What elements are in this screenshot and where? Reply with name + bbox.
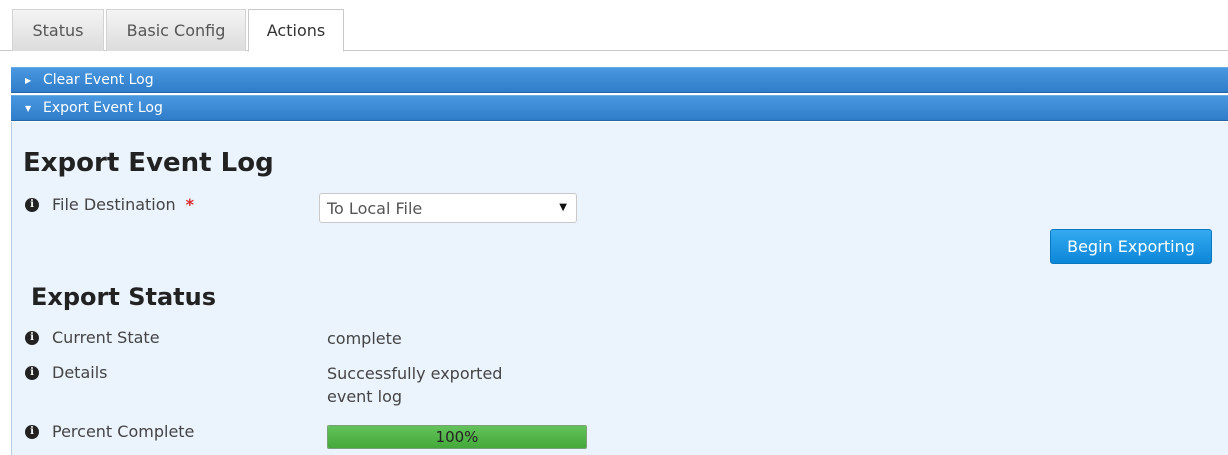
caret-down-icon: ▼	[559, 202, 567, 213]
info-circle-icon[interactable]: i	[25, 330, 39, 345]
tab-actions[interactable]: Actions	[248, 9, 344, 52]
file-destination-value: To Local File	[327, 198, 423, 218]
accordion-clear-event-log[interactable]: ▶ Clear Event Log	[11, 67, 1228, 93]
accordion-clear-event-log-label: Clear Event Log	[43, 72, 154, 88]
percent-complete-row: i Percent Complete	[25, 422, 194, 441]
details-value-line1: Successfully exported	[327, 364, 503, 383]
triangle-down-icon: ▼	[25, 103, 32, 113]
export-status-title: Export Status	[31, 283, 217, 311]
details-label: Details	[52, 363, 108, 382]
accordion-export-event-log[interactable]: ▼ Export Event Log	[11, 95, 1228, 121]
details-value: Successfully exported event log	[327, 362, 502, 408]
percent-complete-label: Percent Complete	[52, 422, 195, 441]
tab-basic-config[interactable]: Basic Config	[106, 9, 246, 51]
triangle-right-icon: ▶	[25, 75, 32, 85]
info-circle-icon[interactable]: i	[25, 197, 39, 212]
file-destination-select[interactable]: To Local File ▼	[319, 193, 577, 223]
begin-exporting-button[interactable]: Begin Exporting	[1050, 229, 1212, 264]
tab-bar: Status Basic Config Actions	[0, 0, 1228, 52]
percent-complete-progress-bar: 100%	[327, 425, 587, 449]
details-value-line2: event log	[327, 387, 403, 406]
file-destination-label: File Destination	[52, 195, 176, 214]
tab-status[interactable]: Status	[12, 9, 104, 51]
info-circle-icon[interactable]: i	[25, 424, 39, 439]
info-circle-icon[interactable]: i	[25, 365, 39, 380]
current-state-value: complete	[327, 329, 402, 348]
progress-text: 100%	[435, 428, 479, 446]
current-state-row: i Current State	[25, 328, 160, 347]
current-state-label: Current State	[52, 328, 160, 347]
export-event-log-title: Export Event Log	[23, 148, 274, 178]
details-row: i Details	[25, 363, 107, 382]
required-marker: *	[185, 195, 195, 214]
file-destination-row: i File Destination *	[25, 195, 194, 214]
accordion-export-event-log-label: Export Event Log	[43, 100, 163, 116]
